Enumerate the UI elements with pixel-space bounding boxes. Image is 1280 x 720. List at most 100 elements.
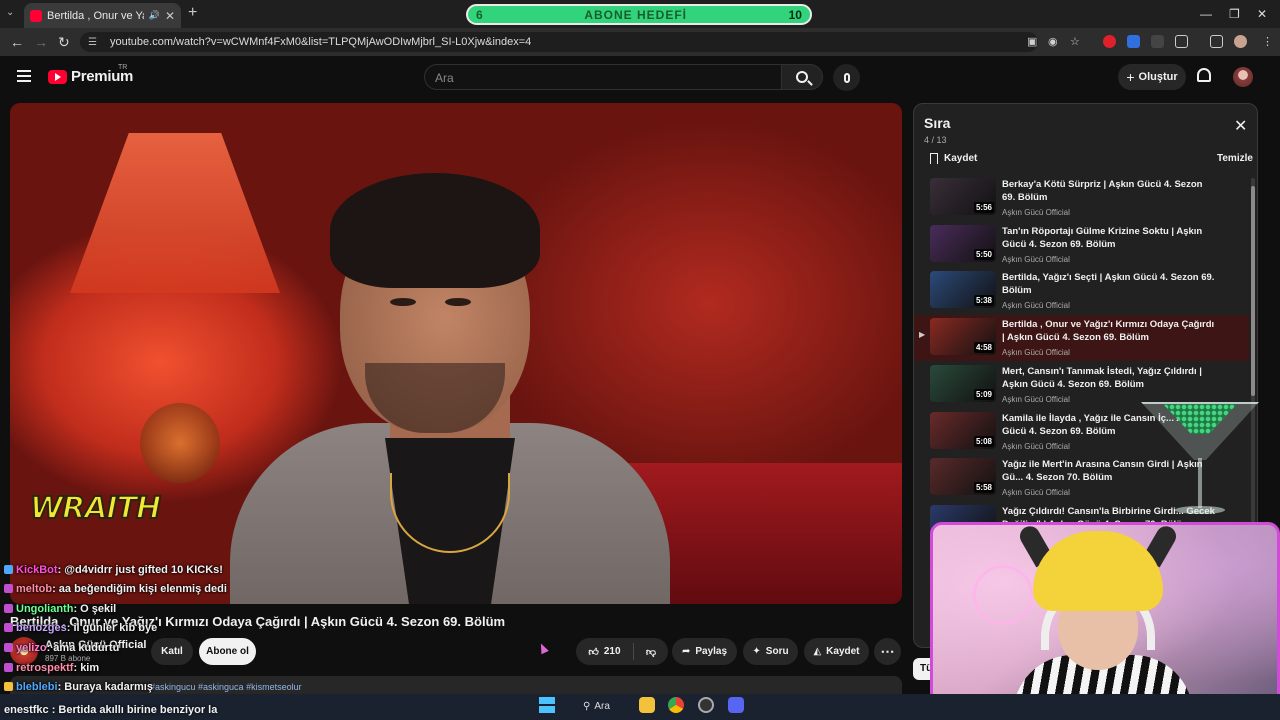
queue-item-channel: Aşkın Gücü Official xyxy=(1002,348,1070,357)
queue-item-title[interactable]: Tan'ın Röportajı Gülme Krizine Soktu | A… xyxy=(1002,225,1217,251)
youtube-premium-logo[interactable]: Premium TR xyxy=(48,64,133,85)
kebab-menu-icon[interactable]: ⋮ xyxy=(1262,35,1273,48)
chat-message: retrospektf: kim xyxy=(4,662,99,674)
extension-audio-icon[interactable] xyxy=(1127,35,1140,48)
youtube-header: Premium TR Ara + Oluştur xyxy=(0,56,1280,100)
queue-duration: 5:38 xyxy=(973,295,994,306)
queue-thumbnail[interactable]: 5:50 xyxy=(930,225,996,262)
queue-item[interactable]: 5:38 Bertilda, Yağız'ı Seçti | Aşkın Gücü… xyxy=(914,268,1249,314)
sparkle-icon: ✦ xyxy=(752,646,761,657)
queue-item[interactable]: ▶ 4:58 Bertilda , Onur ve Yağız'ı Kırmızı … xyxy=(914,315,1249,361)
subscriber-goal-bar: 6 ABONE HEDEFİ 10 xyxy=(466,4,812,25)
chat-text: : ama kudurtu xyxy=(46,642,120,654)
chat-message: meltob: aa beğendiğim kişi elenmiş dedi xyxy=(4,583,227,595)
browser-tab-active[interactable]: Bertilda , Onur ve Yağız'ı Kı 🔊 ✕ xyxy=(24,3,181,28)
queue-title: Sıra xyxy=(924,115,951,131)
queue-thumbnail[interactable]: 5:09 xyxy=(930,365,996,402)
account-avatar[interactable] xyxy=(1233,67,1253,87)
subscribe-button[interactable]: Abone ol xyxy=(199,638,256,665)
queue-thumbnail[interactable]: 5:38 xyxy=(930,271,996,308)
hamburger-menu-icon[interactable] xyxy=(17,70,31,82)
queue-item-channel: Aşkın Gücü Official xyxy=(1002,208,1070,217)
obs-taskbar-icon[interactable] xyxy=(698,697,714,713)
window-close-icon[interactable]: ✕ xyxy=(1257,7,1267,21)
extension-dark-icon[interactable] xyxy=(1151,35,1164,48)
queue-close-icon[interactable]: ✕ xyxy=(1234,116,1247,136)
chrome-taskbar-icon[interactable] xyxy=(668,697,684,713)
taskbar-search[interactable]: ⚲ Ara xyxy=(573,697,623,715)
chat-message: Ungolianth: O şekil xyxy=(4,603,116,615)
chat-text: : kim xyxy=(73,662,100,674)
tab-list-chevron-icon[interactable]: ⌄ xyxy=(6,7,14,18)
bookmark-star-icon[interactable]: ☆ xyxy=(1070,35,1080,48)
minimize-icon[interactable]: — xyxy=(1200,7,1212,21)
queue-thumbnail[interactable]: 5:56 xyxy=(930,178,996,215)
like-button[interactable]: 👍︎ 210 xyxy=(576,643,634,660)
url-text: youtube.com/watch?v=wCWMnf4FxM0&list=TLP… xyxy=(110,36,532,48)
dislike-button[interactable]: 👎︎ xyxy=(634,646,668,658)
chat-badge-icon xyxy=(4,565,13,574)
queue-item-channel: Aşkın Gücü Official xyxy=(1002,442,1070,451)
queue-thumbnail[interactable]: 5:58 xyxy=(930,458,996,495)
search-button[interactable] xyxy=(781,64,823,90)
chat-message: KickBot: @d4vidrr just gifted 10 KICKs! xyxy=(4,564,223,576)
site-info-icon[interactable]: ☰ xyxy=(88,37,102,48)
create-button[interactable]: + Oluştur xyxy=(1118,64,1186,90)
queue-thumbnail[interactable]: 5:08 xyxy=(930,412,996,449)
queue-duration: 5:58 xyxy=(973,482,994,493)
chat-message: yelizo: ama kudurtu xyxy=(4,642,119,654)
reading-list-icon[interactable] xyxy=(1210,35,1223,48)
goal-title: ABONE HEDEFİ xyxy=(584,7,687,22)
queue-item[interactable]: 5:56 Berkay'a Kötü Sürpriz | Aşkın Gücü 4… xyxy=(914,175,1249,221)
queue-thumbnail[interactable]: 4:58 xyxy=(930,318,996,355)
ask-label: Soru xyxy=(765,646,789,657)
cast-icon[interactable]: ▣ xyxy=(1027,35,1037,48)
tab-audio-icon[interactable]: 🔊 xyxy=(149,10,160,21)
profile-avatar-icon[interactable] xyxy=(1234,35,1247,48)
chat-username: meltob xyxy=(16,583,53,595)
reload-icon[interactable]: ↻ xyxy=(58,34,70,51)
join-button[interactable]: Katıl xyxy=(151,638,193,665)
chat-username: KickBot xyxy=(16,564,58,576)
voice-search-button[interactable] xyxy=(833,64,860,91)
chat-badge-icon xyxy=(4,623,13,632)
new-tab-button[interactable]: + xyxy=(188,4,197,22)
share-label: Paylaş xyxy=(695,646,728,657)
chat-message: bleblebi: Buraya kadarmış xyxy=(4,681,153,693)
extension-record-icon[interactable] xyxy=(1103,35,1116,48)
back-icon[interactable]: ← xyxy=(10,34,24,50)
address-bar[interactable]: ☰ youtube.com/watch?v=wCWMnf4FxM0&list=T… xyxy=(80,32,1038,52)
queue-clear-button[interactable]: Temizle xyxy=(1217,153,1253,164)
queue-item-title[interactable]: Bertilda , Onur ve Yağız'ı Kırmızı Odaya… xyxy=(1002,318,1217,344)
queue-item[interactable]: 5:50 Tan'ın Röportajı Gülme Krizine Soktu… xyxy=(914,222,1249,268)
queue-item-title[interactable]: Berkay'a Kötü Sürpriz | Aşkın Gücü 4. Se… xyxy=(1002,178,1217,204)
taskbar-search-label: Ara xyxy=(594,700,610,712)
share-button[interactable]: ➦ Paylaş xyxy=(672,638,737,665)
queue-save-label: Kaydet xyxy=(944,153,978,164)
extensions-puzzle-icon[interactable] xyxy=(1175,35,1188,48)
more-actions-icon[interactable]: ⋯ xyxy=(874,638,901,665)
tab-close-icon[interactable]: ✕ xyxy=(165,9,175,23)
bookmark-icon: ◭ xyxy=(813,646,822,657)
queue-item-title[interactable]: Mert, Cansın'ı Tanımak İstedi, Yağız Çıl… xyxy=(1002,365,1217,391)
video-player[interactable]: WRAITH xyxy=(10,103,902,604)
queue-duration: 5:09 xyxy=(973,389,994,400)
ask-button[interactable]: ✦ Soru xyxy=(743,638,798,665)
notifications-bell-icon[interactable] xyxy=(1197,68,1211,82)
chat-badge-icon xyxy=(4,682,13,691)
restore-icon[interactable]: ❐ xyxy=(1229,7,1240,21)
queue-duration: 5:08 xyxy=(973,436,994,447)
lamp-glow xyxy=(140,403,220,483)
windows-start-icon[interactable] xyxy=(539,697,555,713)
save-button[interactable]: ◭ Kaydet xyxy=(804,638,869,665)
eye-off-icon[interactable]: ◉ xyxy=(1048,35,1058,48)
thumbs-up-icon: 👍︎ xyxy=(588,646,599,658)
queue-scrollbar-thumb[interactable] xyxy=(1251,186,1255,396)
queue-duration: 5:50 xyxy=(973,249,994,260)
file-explorer-icon[interactable] xyxy=(639,697,655,713)
discord-taskbar-icon[interactable] xyxy=(728,697,744,713)
search-input[interactable]: Ara xyxy=(424,64,782,90)
forward-icon[interactable]: → xyxy=(34,34,48,50)
queue-save-button[interactable]: Kaydet xyxy=(930,153,977,164)
queue-item-title[interactable]: Bertilda, Yağız'ı Seçti | Aşkın Gücü 4. … xyxy=(1002,271,1217,297)
